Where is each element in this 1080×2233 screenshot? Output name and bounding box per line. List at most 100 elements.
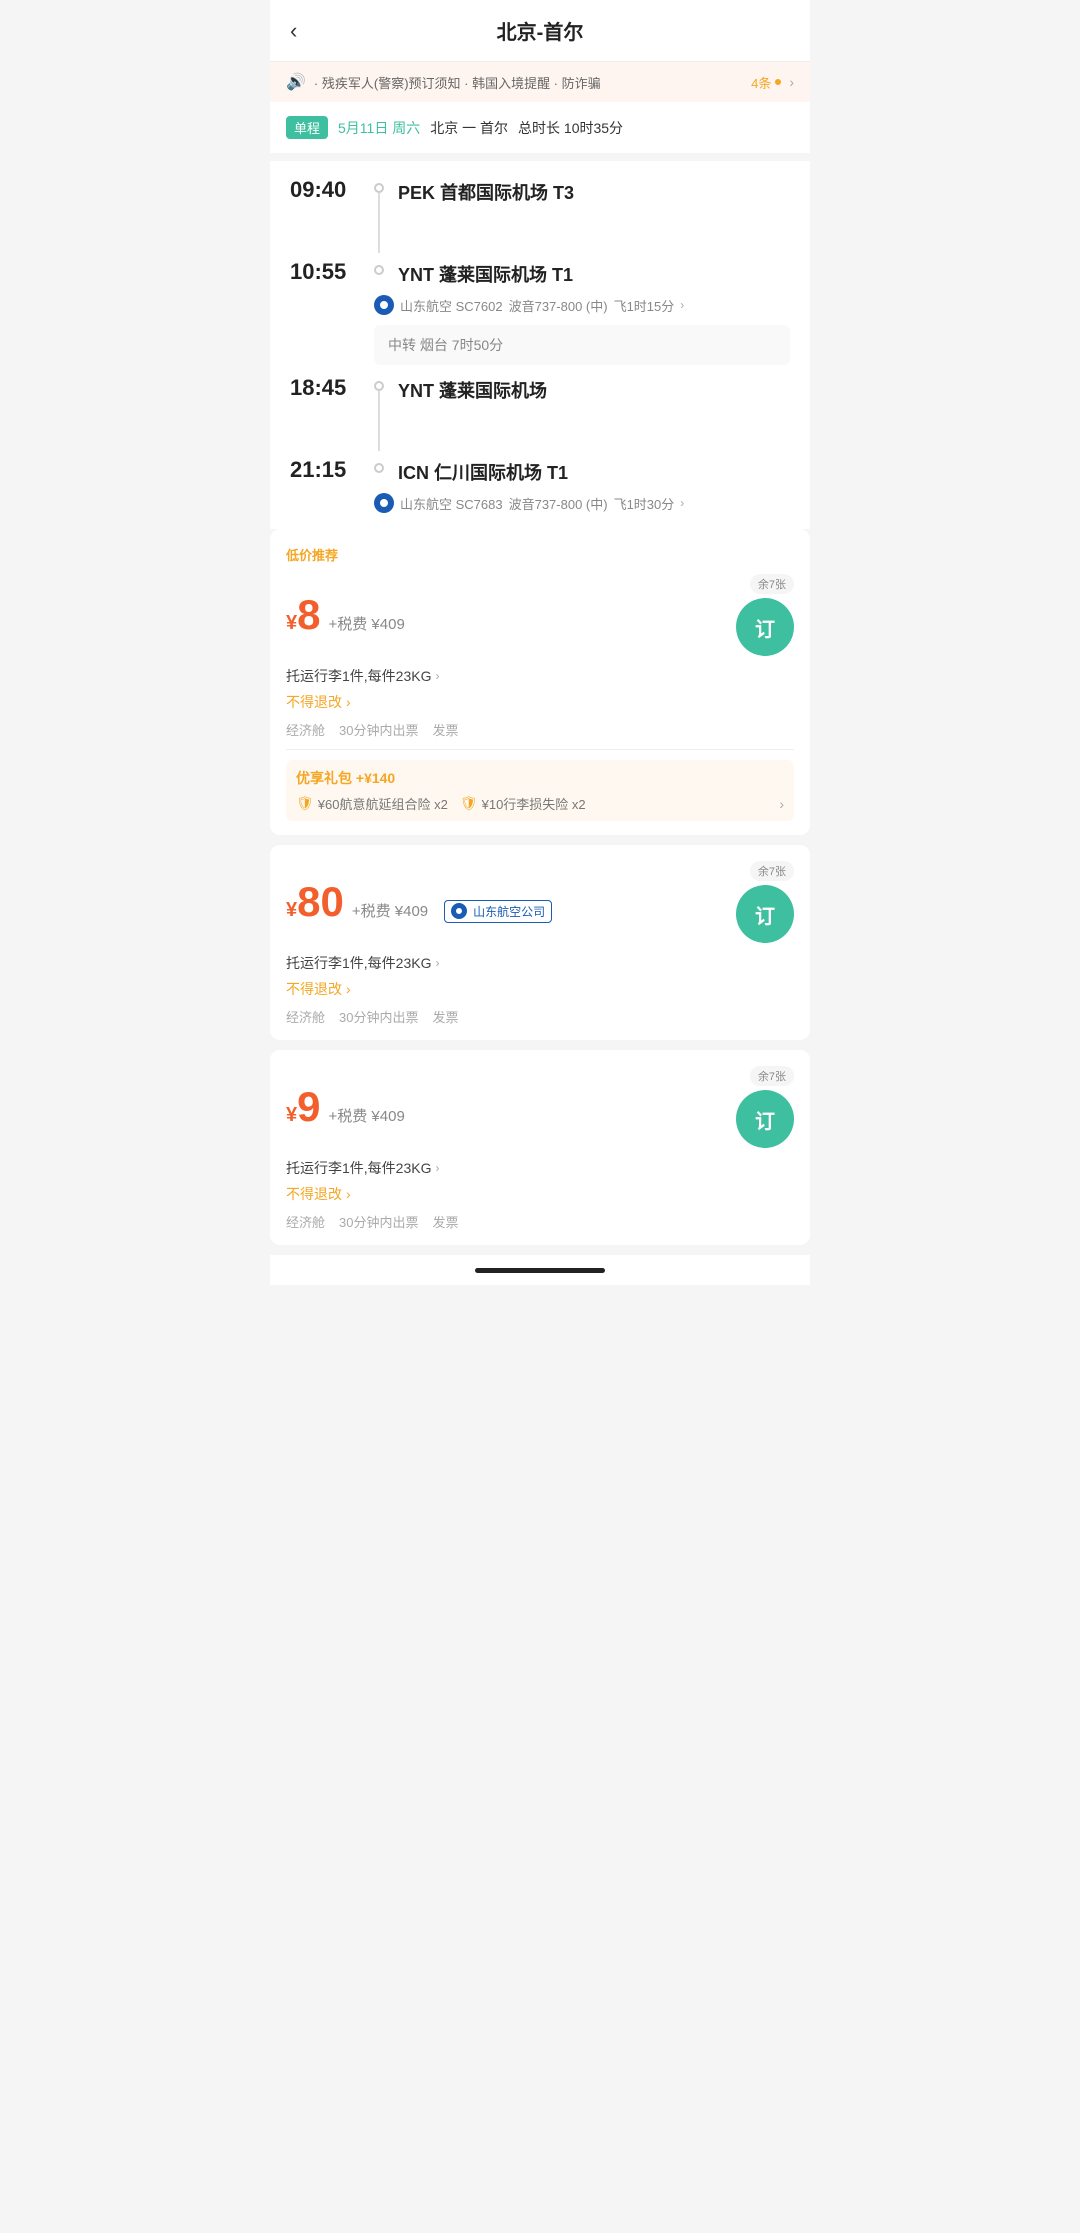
card-3-cabin: 经济舱 [286,1212,325,1231]
stop-dot-1 [374,183,384,193]
stop-line-3 [378,391,380,451]
card-3-price-prefix: ¥ [286,1104,297,1126]
shield-1-icon: 🛡 [296,795,314,812]
flight-time-1: 飞1时15分 [614,296,675,315]
airline-row-2[interactable]: 山东航空 SC7683 波音737-800 (中) 飞1时30分 › [374,493,790,513]
card-2-tax: +税费 ¥409 [352,900,428,921]
final-arrival-airport: ICN 仁川国际机场 T1 [398,459,790,485]
airline-logo-2 [374,493,394,513]
page-title: 北京-首尔 [497,16,584,45]
card-3-book-button[interactable]: 订 [736,1090,794,1148]
ticket-cards-section: 低价推荐 ¥8 +税费 ¥409 余7张 订 托运行李1件,每件23KG › 不… [270,529,810,1245]
airline-info-1: 山东航空 SC7602 [400,296,503,315]
airline-info-2: 山东航空 SC7683 [400,494,503,513]
airline-arrow-2-icon: › [680,496,684,510]
trip-type-tag: 单程 [286,116,328,139]
first-arrival-time: 10:55 [290,259,360,285]
card-1-gift-package[interactable]: 优享礼包 +¥140 🛡 ¥60航意航延组合险 x2 🛡 ¥10行李损失险 x2… [286,760,794,821]
card-1-tag: 低价推荐 [286,545,794,564]
card-2-luggage-arrow-icon: › [435,956,439,970]
card-3-luggage-arrow-icon: › [435,1161,439,1175]
stop-dot-4 [374,463,384,473]
card-3-remaining: 余7张 [750,1066,794,1086]
card-2-airline-badge: 山东航空公司 [444,900,552,923]
aircraft-info-1: 波音737-800 (中) [509,296,608,315]
card-1-price: 8 [297,591,320,638]
notice-dot [775,79,781,85]
card-2-invoice: 发票 [432,1007,458,1026]
ticket-card-1: 低价推荐 ¥8 +税费 ¥409 余7张 订 托运行李1件,每件23KG › 不… [270,529,810,835]
final-arrival-time: 21:15 [290,457,360,483]
card-1-luggage: 托运行李1件,每件23KG › [286,666,794,686]
route-info: 单程 5月11日 周六 北京 一 首尔 总时长 10时35分 [270,102,810,161]
card-1-gift-item-2: 🛡 ¥10行李损失险 x2 [460,794,586,813]
airline-arrow-1-icon: › [680,298,684,312]
stop-dot-3 [374,381,384,391]
flight-time-2: 飞1时30分 [614,494,675,513]
card-3-info-row: 经济舱 30分钟内出票 发票 [286,1212,794,1231]
notice-speaker-icon: 🔊 [286,72,306,92]
card-3-refund[interactable]: 不得退改 › [286,1184,794,1204]
aircraft-info-2: 波音737-800 (中) [509,494,608,513]
transfer-label: 中转 烟台 7时50分 [388,337,503,353]
back-button[interactable]: ‹ [290,18,297,44]
card-3-luggage: 托运行李1件,每件23KG › [286,1158,794,1178]
departure-time: 09:40 [290,177,360,203]
card-1-gift-items: 🛡 ¥60航意航延组合险 x2 🛡 ¥10行李损失险 x2 › [296,794,784,813]
airline-row-1[interactable]: 山东航空 SC7602 波音737-800 (中) 飞1时15分 › [374,295,790,315]
card-2-refund[interactable]: 不得退改 › [286,979,794,999]
card-2-remaining: 余7张 [750,861,794,881]
departure-airport: PEK 首都国际机场 T3 [398,179,790,205]
notice-bar[interactable]: 🔊 · 残疾军人(警察)预订须知 · 韩国入境提醒 · 防诈骗 4条 › [270,62,810,102]
card-2-issue-time: 30分钟内出票 [339,1007,418,1026]
second-departure-airport: YNT 蓬莱国际机场 [398,377,790,403]
card-2-price: 80 [297,878,344,925]
card-2-cabin: 经济舱 [286,1007,325,1026]
card-1-gift-item-1: 🛡 ¥60航意航延组合险 x2 [296,794,448,813]
card-1-invoice: 发票 [432,720,458,739]
card-1-issue-time: 30分钟内出票 [339,720,418,739]
home-indicator [475,1268,605,1273]
route-path: 北京 一 首尔 [430,118,508,138]
notice-arrow-icon: › [789,74,794,90]
airline-logo-1 [374,295,394,315]
card-1-cabin: 经济舱 [286,720,325,739]
card-1-refund-arrow-icon: › [346,694,351,710]
notice-text: · 残疾军人(警察)预订须知 · 韩国入境提醒 · 防诈骗 [314,73,743,92]
card-2-info-row: 经济舱 30分钟内出票 发票 [286,1007,794,1026]
header: ‹ 北京-首尔 [270,0,810,62]
first-leg-arrival: 10:55 YNT 蓬莱国际机场 T1 [290,259,790,287]
route-duration: 总时长 10时35分 [518,118,623,138]
first-arrival-airport: YNT 蓬莱国际机场 T1 [398,261,790,287]
card-1-price-prefix: ¥ [286,612,297,634]
card-1-remaining: 余7张 [750,574,794,594]
second-departure-time: 18:45 [290,375,360,401]
card-1-refund[interactable]: 不得退改 › [286,692,794,712]
card-2-airline-logo [451,903,467,919]
card-2-airline-name: 山东航空公司 [473,903,545,920]
card-3-invoice: 发票 [432,1212,458,1231]
departure-stop: 09:40 PEK 首都国际机场 T3 [290,177,790,253]
notice-count: 4条 [751,73,781,92]
card-2-price-prefix: ¥ [286,899,297,921]
shield-2-icon: 🛡 [460,795,478,812]
card-1-info-row: 经济舱 30分钟内出票 发票 [286,720,794,739]
card-2-price-row: ¥80 +税费 ¥409 山东航空公司 余7张 订 [286,861,794,943]
card-2-book-button[interactable]: 订 [736,885,794,943]
transfer-info: 中转 烟台 7时50分 [374,325,790,365]
final-arrival: 21:15 ICN 仁川国际机场 T1 [290,457,790,485]
bottom-bar [270,1255,810,1285]
card-3-issue-time: 30分钟内出票 [339,1212,418,1231]
card-3-price: 9 [297,1083,320,1130]
card-3-refund-arrow-icon: › [346,1186,351,1202]
card-1-tax: +税费 ¥409 [328,613,404,634]
card-3-price-row: ¥9 +税费 ¥409 余7张 订 [286,1066,794,1148]
card-1-book-button[interactable]: 订 [736,598,794,656]
second-leg-departure: 18:45 YNT 蓬莱国际机场 [290,375,790,451]
card-3-tax: +税费 ¥409 [328,1105,404,1126]
flight-detail: 09:40 PEK 首都国际机场 T3 10:55 YNT 蓬莱国际机场 T1 … [270,161,810,529]
ticket-card-3: ¥9 +税费 ¥409 余7张 订 托运行李1件,每件23KG › 不得退改 ›… [270,1050,810,1245]
card-2-refund-arrow-icon: › [346,981,351,997]
ticket-card-2: ¥80 +税费 ¥409 山东航空公司 余7张 订 托运行李1件,每件23KG … [270,845,810,1040]
card-1-luggage-arrow-icon: › [435,669,439,683]
